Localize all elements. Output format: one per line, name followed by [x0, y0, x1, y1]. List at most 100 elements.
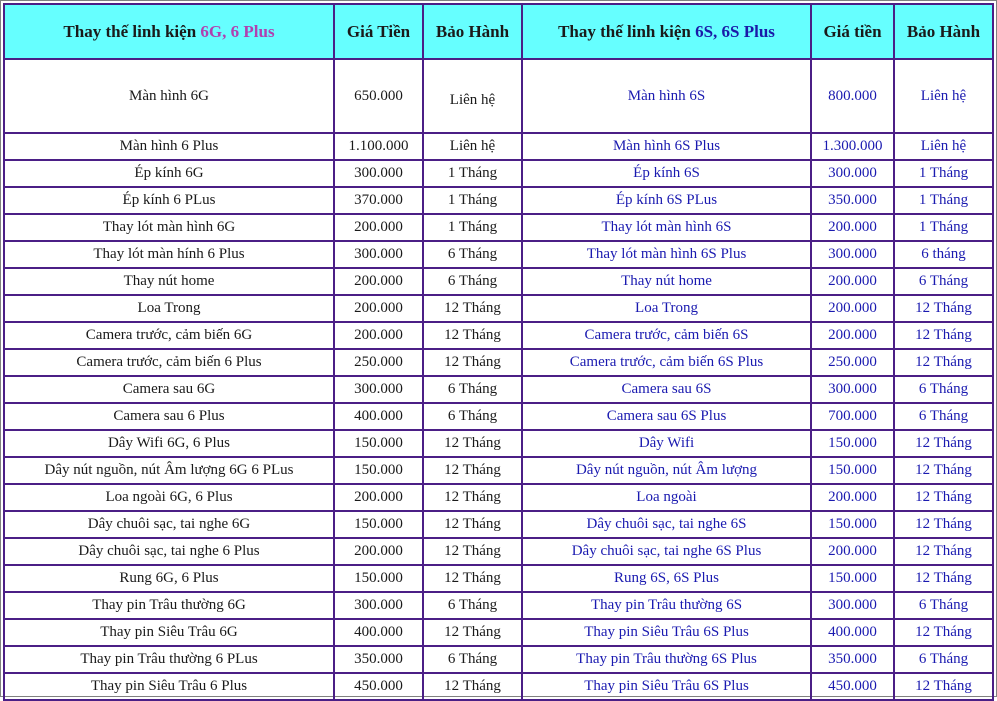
warranty-6g-cell: 12 Tháng: [424, 431, 523, 458]
warranty-6g-cell: 1 Tháng: [424, 188, 523, 215]
header-text: Thay thế linh kiện: [63, 21, 201, 41]
part-6g-cell: Thay lót màn hính 6 Plus: [3, 242, 335, 269]
header-part-6s: Thay thế linh kiện 6S, 6S Plus: [523, 3, 812, 60]
warranty-6s-cell: 12 Tháng: [895, 620, 994, 647]
part-6g-cell: Thay pin Trâu thường 6 PLus: [3, 647, 335, 674]
warranty-6g-cell: Liên hệ: [424, 60, 523, 134]
part-6s-cell: Thay pin Trâu thường 6S Plus: [523, 647, 812, 674]
table-row: Dây chuôi sạc, tai nghe 6 Plus 200.000 12 …: [3, 539, 994, 566]
price-6s-cell: 150.000: [812, 431, 895, 458]
part-6s-cell: Dây Wifi: [523, 431, 812, 458]
warranty-6s-cell: 6 Tháng: [895, 269, 994, 296]
warranty-6g-cell: 12 Tháng: [424, 512, 523, 539]
warranty-6s-cell: 12 Tháng: [895, 350, 994, 377]
table-row: Thay pin Trâu thường 6G 300.000 6 Tháng Tha…: [3, 593, 994, 620]
table-row: Dây nút nguồn, nút Âm lượng 6G 6 PLus 150…: [3, 458, 994, 485]
table-row: Camera trước, cảm biến 6G 200.000 12 Tháng…: [3, 323, 994, 350]
warranty-6s-cell: 1 Tháng: [895, 161, 994, 188]
part-6s-cell: Rung 6S, 6S Plus: [523, 566, 812, 593]
warranty-6g-cell: 12 Tháng: [424, 539, 523, 566]
warranty-6g-cell: 1 Tháng: [424, 215, 523, 242]
part-6s-cell: Camera trước, cảm biến 6S Plus: [523, 350, 812, 377]
warranty-6s-cell: 6 tháng: [895, 242, 994, 269]
warranty-6s-cell: 1 Tháng: [895, 188, 994, 215]
warranty-6g-cell: 6 Tháng: [424, 242, 523, 269]
price-6s-cell: 200.000: [812, 296, 895, 323]
price-6g-cell: 1.100.000: [335, 134, 424, 161]
part-6s-cell: Màn hình 6S Plus: [523, 134, 812, 161]
table-row: Ép kính 6G 300.000 1 Tháng Ép kính 6S 300.00…: [3, 161, 994, 188]
price-6s-cell: 200.000: [812, 323, 895, 350]
table-row: Thay lót màn hính 6 Plus 300.000 6 Tháng Th…: [3, 242, 994, 269]
part-6g-cell: Loa ngoài 6G, 6 Plus: [3, 485, 335, 512]
warranty-6g-cell: 6 Tháng: [424, 593, 523, 620]
header-text: Giá Tiền: [346, 21, 411, 41]
warranty-6s-cell: 12 Tháng: [895, 512, 994, 539]
warranty-6s-cell: 12 Tháng: [895, 431, 994, 458]
header-price-6s: Giá tiền: [812, 3, 895, 60]
part-6s-cell: Thay lót màn hình 6S Plus: [523, 242, 812, 269]
table-row: Camera sau 6 Plus 400.000 6 Tháng Camera sa…: [3, 404, 994, 431]
warranty-6s-cell: 6 Tháng: [895, 404, 994, 431]
price-6s-cell: 350.000: [812, 188, 895, 215]
header-model-highlight: 6G, 6 Plus: [200, 21, 275, 41]
part-6s-cell: Thay lót màn hình 6S: [523, 215, 812, 242]
price-6g-cell: 150.000: [335, 566, 424, 593]
price-6s-cell: 150.000: [812, 512, 895, 539]
table-row: Thay nút home 200.000 6 Tháng Thay nút home…: [3, 269, 994, 296]
table-row: Ép kính 6 PLus 370.000 1 Tháng Ép kính 6S P…: [3, 188, 994, 215]
price-6g-cell: 200.000: [335, 296, 424, 323]
table-row: Camera sau 6G 300.000 6 Tháng Camera sau 6S…: [3, 377, 994, 404]
price-6g-cell: 400.000: [335, 404, 424, 431]
price-6s-cell: 300.000: [812, 593, 895, 620]
price-6s-cell: 700.000: [812, 404, 895, 431]
price-6s-cell: 300.000: [812, 161, 895, 188]
price-6g-cell: 650.000: [335, 60, 424, 134]
part-6g-cell: Dây Wifi 6G, 6 Plus: [3, 431, 335, 458]
warranty-6g-cell: 12 Tháng: [424, 566, 523, 593]
warranty-6g-cell: 12 Tháng: [424, 323, 523, 350]
part-6s-cell: Loa Trong: [523, 296, 812, 323]
header-part-6g: Thay thế linh kiện 6G, 6 Plus: [3, 3, 335, 60]
price-6g-cell: 400.000: [335, 620, 424, 647]
warranty-6g-cell: 12 Tháng: [424, 620, 523, 647]
part-6s-cell: Dây chuôi sạc, tai nghe 6S Plus: [523, 539, 812, 566]
header-text: Giá tiền: [823, 21, 882, 41]
warranty-6g-cell: 6 Tháng: [424, 647, 523, 674]
part-6g-cell: Camera sau 6G: [3, 377, 335, 404]
part-6g-cell: Rung 6G, 6 Plus: [3, 566, 335, 593]
warranty-6s-cell: 12 Tháng: [895, 323, 994, 350]
header-warranty: Bảo Hành: [424, 3, 523, 60]
part-6g-cell: Camera trước, cảm biến 6 Plus: [3, 350, 335, 377]
warranty-6s-cell: 12 Tháng: [895, 458, 994, 485]
table-row: Camera trước, cảm biến 6 Plus 250.000 12 T…: [3, 350, 994, 377]
part-6g-cell: Thay nút home: [3, 269, 335, 296]
warranty-6s-cell: Liên hệ: [895, 60, 994, 134]
price-6g-cell: 200.000: [335, 215, 424, 242]
part-6g-cell: Dây chuôi sạc, tai nghe 6 Plus: [3, 539, 335, 566]
part-6g-cell: Ép kính 6 PLus: [3, 188, 335, 215]
header-row: Thay thế linh kiện 6G, 6 Plus Giá Tiền Bảo…: [3, 3, 994, 60]
price-6g-cell: 200.000: [335, 323, 424, 350]
warranty-6s-cell: 1 Tháng: [895, 215, 994, 242]
table-row: Màn hình 6G 650.000 Liên hệ Màn hình 6S 800.…: [3, 60, 994, 134]
part-6s-cell: Dây chuôi sạc, tai nghe 6S: [523, 512, 812, 539]
part-6s-cell: Thay nút home: [523, 269, 812, 296]
part-6s-cell: Camera trước, cảm biến 6S: [523, 323, 812, 350]
warranty-6s-cell: 12 Tháng: [895, 566, 994, 593]
price-table-body: Màn hình 6G 650.000 Liên hệ Màn hình 6S 800.…: [3, 60, 994, 701]
part-6g-cell: Màn hình 6G: [3, 60, 335, 134]
warranty-6s-cell: 6 Tháng: [895, 377, 994, 404]
price-6g-cell: 200.000: [335, 539, 424, 566]
table-row: Loa Trong 200.000 12 Tháng Loa Trong 200.000…: [3, 296, 994, 323]
part-6s-cell: Dây nút nguồn, nút Âm lượng: [523, 458, 812, 485]
table-row: Thay pin Trâu thường 6 PLus 350.000 6 Thán…: [3, 647, 994, 674]
header-text: Thay thế linh kiện: [558, 21, 696, 41]
warranty-6g-cell: 12 Tháng: [424, 485, 523, 512]
price-6s-cell: 200.000: [812, 269, 895, 296]
table-row: Thay pin Siêu Trâu 6G 400.000 12 Tháng Thay…: [3, 620, 994, 647]
price-6s-cell: 300.000: [812, 242, 895, 269]
part-6g-cell: Thay lót màn hình 6G: [3, 215, 335, 242]
warranty-6g-cell: 6 Tháng: [424, 377, 523, 404]
price-6g-cell: 300.000: [335, 242, 424, 269]
